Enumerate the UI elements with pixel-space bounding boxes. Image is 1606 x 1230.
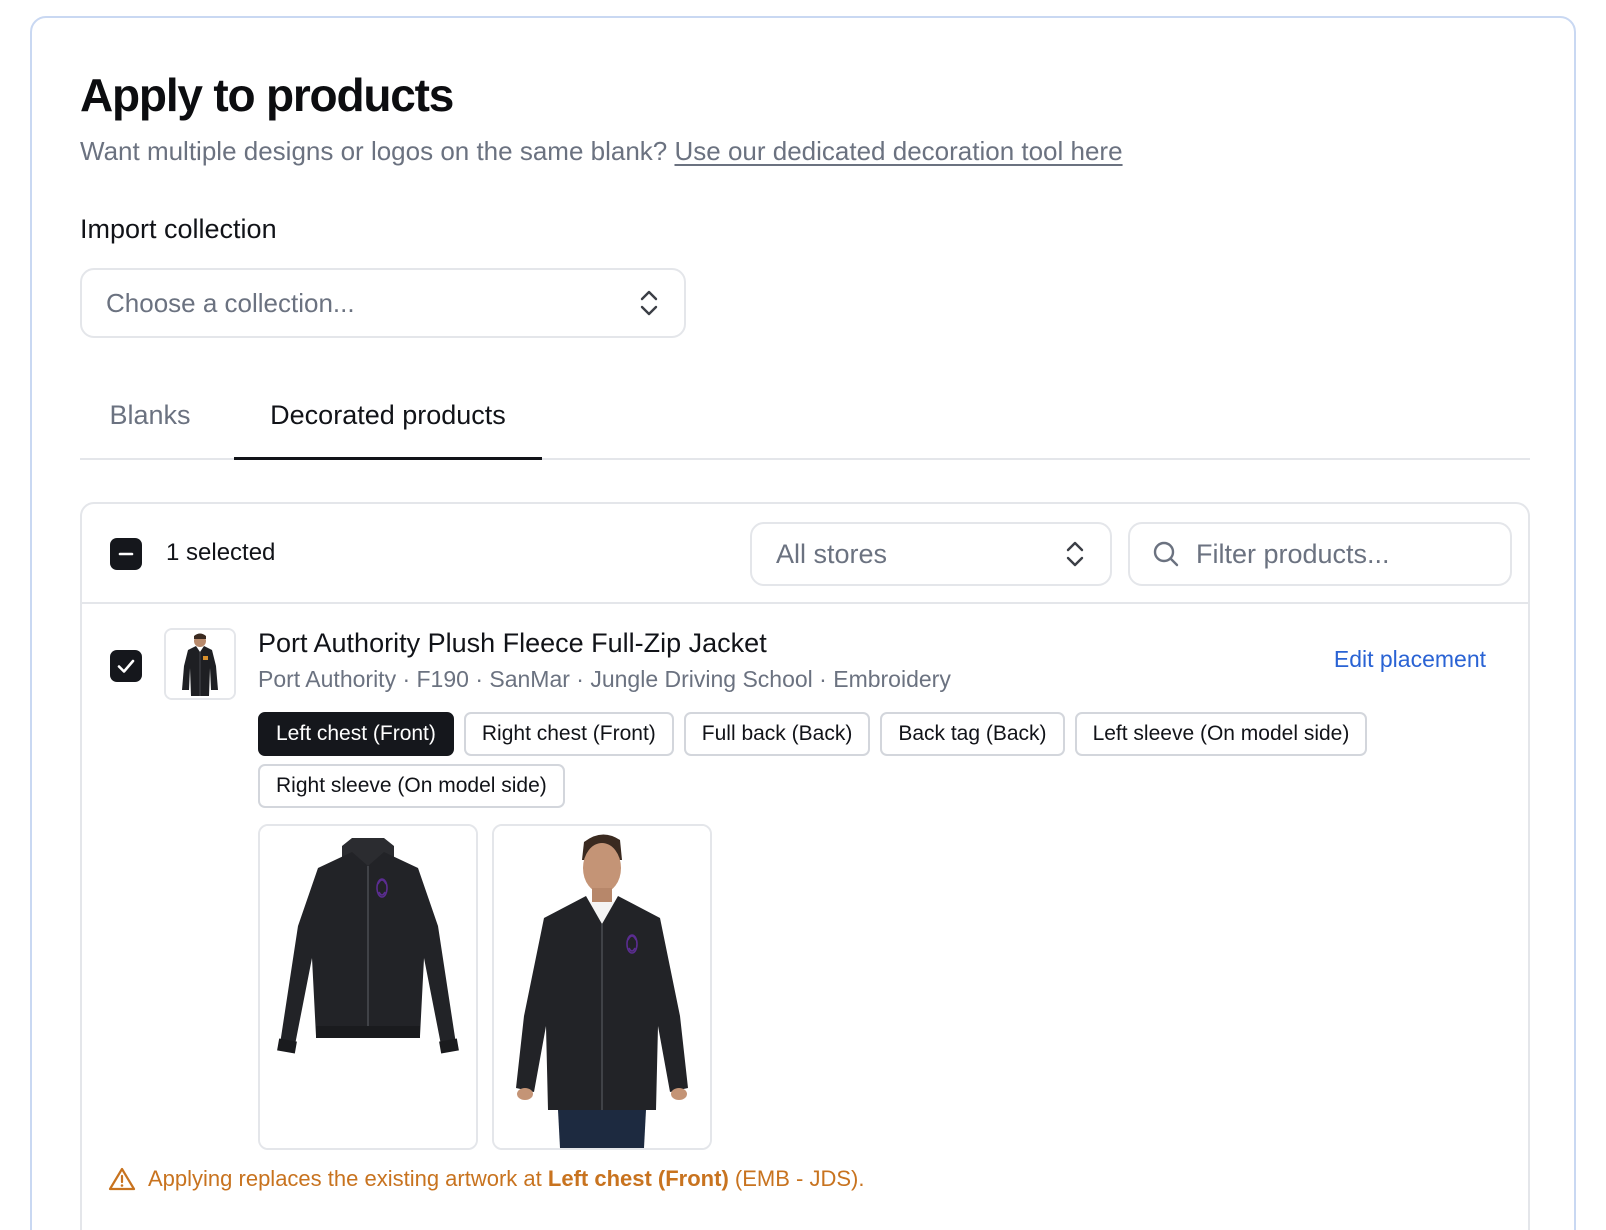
product-preview-model <box>492 824 712 1150</box>
stores-select[interactable]: All stores <box>750 522 1112 586</box>
import-collection-label: Import collection <box>80 214 277 244</box>
product-tabs: Blanks Decorated products <box>80 388 1530 460</box>
chevron-up-down-icon <box>640 290 658 316</box>
collection-select[interactable]: Choose a collection... <box>80 268 686 338</box>
filter-products-input[interactable] <box>1196 538 1486 570</box>
warning-prefix: Applying replaces the existing artwork a… <box>148 1166 542 1191</box>
checkmark-icon <box>117 659 135 673</box>
product-list-panel: 1 selected All stores Filter products...… <box>80 502 1530 1230</box>
jacket-flat-image <box>260 826 476 1148</box>
warning-triangle-icon <box>108 1167 136 1191</box>
jacket-on-model-image <box>494 826 710 1148</box>
replace-artwork-warning: Applying replaces the existing artwork a… <box>108 1166 864 1192</box>
warning-text: Applying replaces the existing artwork a… <box>148 1166 864 1192</box>
search-icon <box>1153 541 1179 567</box>
placement-chips: Left chest (Front) Right chest (Front) F… <box>258 712 1418 808</box>
page-title: Apply to products <box>80 69 454 121</box>
filter-products-search[interactable] <box>1128 522 1512 586</box>
product-name: Port Authority Plush Fleece Full-Zip Jac… <box>258 628 767 658</box>
list-toolbar: 1 selected All stores <box>82 504 1528 604</box>
placement-chip-left-sleeve[interactable]: Left sleeve (On model side) <box>1074 712 1368 756</box>
placement-chip-full-back[interactable]: Full back (Back) <box>683 712 871 756</box>
edit-placement-link[interactable]: Edit placement <box>1334 646 1486 673</box>
product-thumbnail <box>164 628 236 700</box>
warning-suffix: (EMB - JDS). <box>734 1166 865 1191</box>
product-preview-flat <box>258 824 478 1150</box>
minus-icon <box>118 552 134 556</box>
selected-count: 1 selected <box>166 539 276 566</box>
tab-blanks[interactable]: Blanks <box>80 388 220 460</box>
product-meta: Port Authority · F190 · SanMar · Jungle … <box>258 666 951 692</box>
jacket-model-thumbnail-image <box>166 630 234 698</box>
chevron-up-down-icon <box>1066 541 1084 567</box>
select-all-checkbox[interactable] <box>110 538 142 570</box>
product-checkbox[interactable] <box>110 650 142 682</box>
placement-chip-right-chest-front[interactable]: Right chest (Front) <box>463 712 674 756</box>
page-subtitle: Want multiple designs or logos on the sa… <box>80 136 1123 167</box>
placement-chip-right-sleeve[interactable]: Right sleeve (On model side) <box>258 764 565 808</box>
decoration-tool-link[interactable]: Use our dedicated decoration tool here <box>674 136 1122 166</box>
tab-decorated-products[interactable]: Decorated products <box>234 388 542 460</box>
placement-chip-left-chest-front[interactable]: Left chest (Front) <box>258 712 454 756</box>
stores-select-value: All stores <box>776 538 888 569</box>
warning-placement: Left chest (Front) <box>547 1166 729 1191</box>
placement-chip-back-tag[interactable]: Back tag (Back) <box>880 712 1065 756</box>
subtitle-text: Want multiple designs or logos on the sa… <box>80 136 668 166</box>
collection-select-placeholder: Choose a collection... <box>106 287 355 318</box>
